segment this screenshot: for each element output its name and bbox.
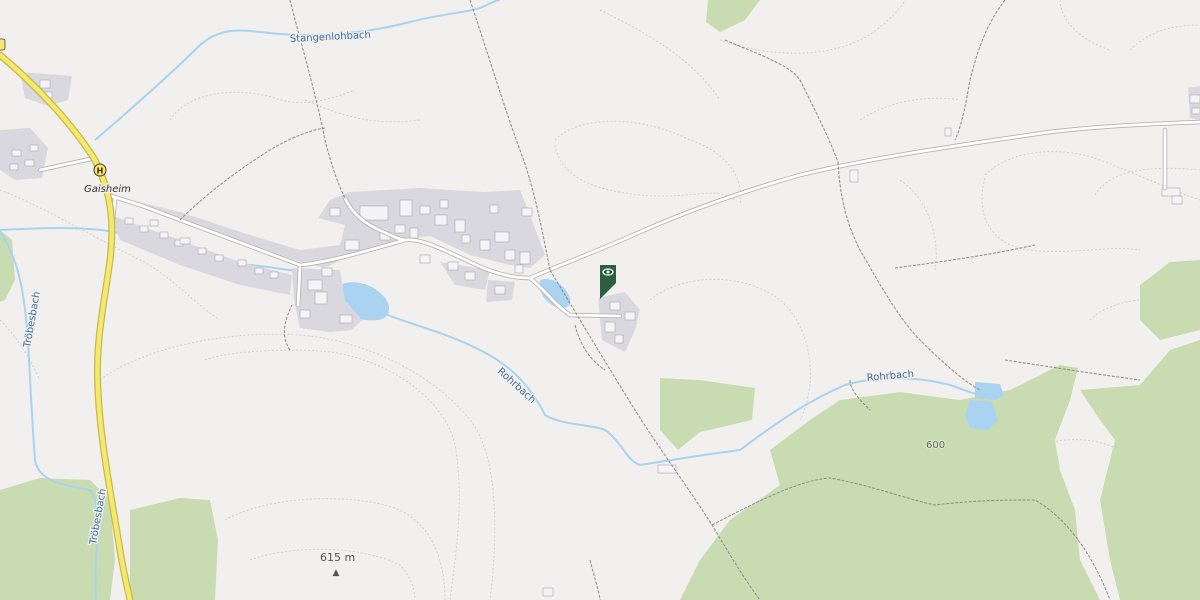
stream-stangenlohbach: [94, 0, 501, 141]
settlement-areas: [0, 72, 1200, 352]
label-gaisheim: Gaisheim: [84, 184, 131, 195]
label-elevation-600: 600: [926, 440, 945, 451]
bus-stop-label: H: [97, 167, 104, 176]
minor-roads: [37, 119, 1200, 319]
label-rohrbach-west: Rohrbach: [495, 366, 538, 406]
map-canvas[interactable]: H ▲ Stangenlohbach Rohrbach Rohrbach Trö…: [0, 0, 1200, 600]
peak-icon: ▲: [333, 568, 340, 578]
label-stangenlohbach: Stangenlohbach: [290, 30, 372, 45]
map-layers: H ▲ Stangenlohbach Rohrbach Rohrbach Trö…: [0, 0, 1200, 600]
pond-rohrbach-1: [975, 382, 1004, 400]
label-rohrbach-east: Rohrbach: [866, 369, 914, 384]
label-peak-615: 615 m: [320, 551, 355, 564]
road-shield-icon: [0, 38, 6, 51]
viewpoint-icon[interactable]: [600, 265, 616, 299]
label-troebesbach-north: Tröbesbach: [22, 291, 43, 350]
bus-stop-icon[interactable]: H: [93, 163, 107, 177]
